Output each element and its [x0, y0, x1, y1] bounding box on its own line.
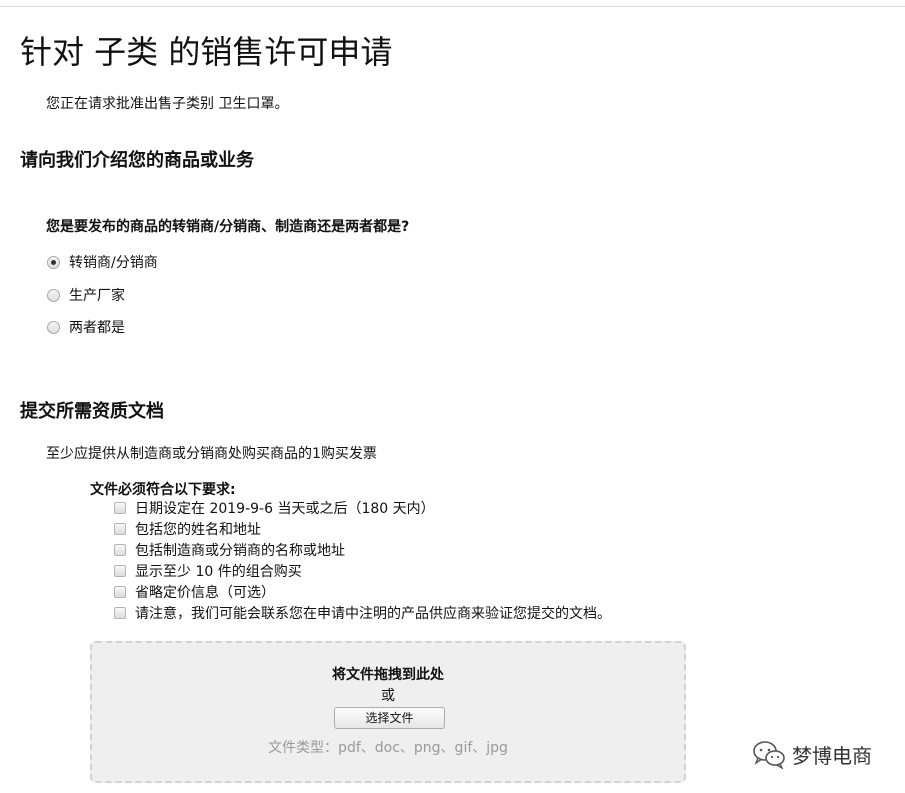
radio-option-manufacturer[interactable]: 生产厂家 [47, 284, 125, 306]
radio-button-reseller[interactable] [47, 255, 60, 269]
watermark: 梦博电商 [752, 737, 872, 771]
radio-label-both: 两者都是 [69, 320, 125, 336]
requirement-text: 包括您的姓名和地址 [135, 521, 261, 538]
page-intro: 您正在请求批准出售子类别 卫生口罩。 [46, 96, 289, 112]
requirement-item: 省略定价信息（可选） [114, 581, 275, 602]
wechat-icon [753, 741, 785, 769]
requirement-text: 显示至少 10 件的组合购买 [135, 563, 302, 580]
choose-file-button[interactable]: 选择文件 [334, 707, 445, 729]
requirement-text: 日期设定在 2019-9-6 当天或之后（180 天内） [135, 500, 435, 517]
page-title: 针对 子类 的销售许可申请 [20, 33, 393, 71]
file-types-hint: 文件类型：pdf、doc、png、gif、jpg [268, 740, 508, 756]
dropzone-title: 将文件拖拽到此处 [332, 667, 444, 683]
requirement-item: 包括您的姓名和地址 [114, 518, 261, 539]
radio-button-manufacturer[interactable] [47, 288, 60, 302]
radio-label-reseller: 转销商/分销商 [69, 255, 158, 271]
requirement-item: 日期设定在 2019-9-6 当天或之后（180 天内） [114, 497, 435, 518]
requirement-checkbox[interactable] [114, 564, 126, 577]
requirement-checkbox[interactable] [114, 543, 126, 556]
requirement-text: 包括制造商或分销商的名称或地址 [135, 542, 345, 559]
section-heading-documents: 提交所需资质文档 [20, 401, 164, 422]
documents-intro: 至少应提供从制造商或分销商处购买商品的1购买发票 [46, 446, 377, 462]
file-dropzone[interactable]: 将文件拖拽到此处 或 选择文件 文件类型：pdf、doc、png、gif、jpg [90, 641, 686, 783]
requirement-checkbox[interactable] [114, 501, 126, 514]
requirement-text: 请注意，我们可能会联系您在申请中注明的产品供应商来验证您提交的文档。 [135, 605, 611, 622]
requirement-checkbox[interactable] [114, 606, 126, 619]
requirement-text: 省略定价信息（可选） [135, 584, 275, 601]
radio-button-both[interactable] [47, 320, 60, 334]
top-border [0, 0, 905, 7]
dropzone-or: 或 [381, 688, 395, 704]
requirement-item: 请注意，我们可能会联系您在申请中注明的产品供应商来验证您提交的文档。 [114, 602, 611, 623]
business-type-question: 您是要发布的商品的转销商/分销商、制造商还是两者都是? [46, 219, 410, 235]
requirement-item: 包括制造商或分销商的名称或地址 [114, 539, 345, 560]
radio-label-manufacturer: 生产厂家 [69, 288, 125, 304]
radio-option-reseller[interactable]: 转销商/分销商 [47, 251, 158, 273]
watermark-text: 梦博电商 [792, 743, 872, 768]
requirement-checkbox[interactable] [114, 522, 126, 535]
requirement-item: 显示至少 10 件的组合购买 [114, 560, 302, 581]
section-heading-business: 请向我们介绍您的商品或业务 [20, 150, 254, 171]
requirement-checkbox[interactable] [114, 585, 126, 598]
radio-option-both[interactable]: 两者都是 [47, 316, 125, 338]
